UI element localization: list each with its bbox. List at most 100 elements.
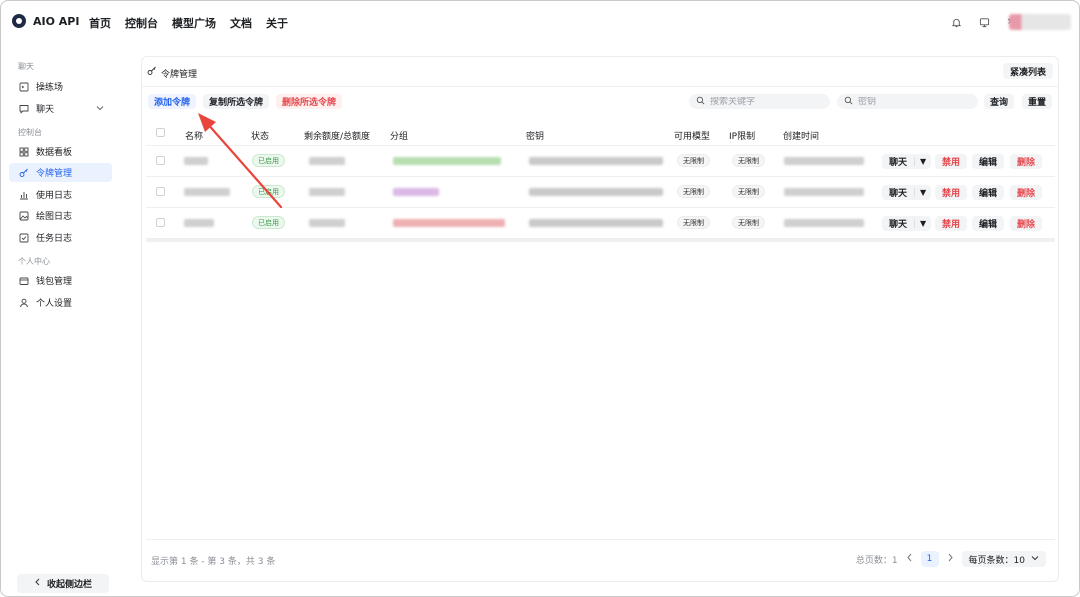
- status-badge: 已启用: [252, 185, 285, 198]
- avatar[interactable]: [1009, 14, 1071, 30]
- sidebar-item-label: 聊天: [36, 105, 55, 115]
- table-row[interactable]: 已启用 无限制 无限制 聊天 ▼ 禁用 编辑 删除: [146, 208, 1055, 239]
- edit-button[interactable]: 编辑: [972, 216, 1005, 231]
- app-window: AIO API 首页 控制台 模型广场 文档 关于 聊天 操练场 聊天 控制台 …: [0, 0, 1080, 597]
- caret-down-icon[interactable]: ▼: [914, 188, 931, 197]
- sidebar-item-usage-log[interactable]: 使用日志: [9, 185, 112, 204]
- ip-limit-badge: 无限制: [732, 216, 765, 229]
- dashboard-icon: [19, 147, 29, 157]
- token-name: [184, 188, 230, 196]
- next-page-icon[interactable]: [947, 553, 954, 565]
- sidebar-item-playground[interactable]: 操练场: [9, 77, 112, 96]
- delete-button[interactable]: 删除: [1010, 216, 1043, 231]
- prev-page-icon[interactable]: [906, 553, 913, 565]
- edit-button[interactable]: 编辑: [972, 154, 1005, 169]
- column-models: 可用模型: [674, 132, 711, 142]
- playground-icon: [19, 82, 29, 92]
- column-group: 分组: [390, 132, 409, 142]
- page-number-button[interactable]: 1: [920, 551, 939, 567]
- key-search-input[interactable]: [858, 96, 978, 107]
- table-row[interactable]: 已启用 无限制 无限制 聊天 ▼ 禁用 编辑 删除: [146, 177, 1055, 208]
- key-value: [529, 219, 663, 227]
- created-time: [784, 188, 864, 196]
- caret-down-icon[interactable]: ▼: [914, 219, 931, 228]
- sidebar: 聊天 操练场 聊天 控制台 数据看板 令牌管理 使用日志 绘图日志 任务日志 个…: [1, 45, 119, 596]
- keyword-search-input[interactable]: [710, 96, 830, 107]
- chat-label: 聊天: [889, 220, 908, 230]
- ip-limit-badge: 无限制: [732, 154, 765, 167]
- created-time: [784, 219, 864, 227]
- column-status: 状态: [251, 132, 270, 142]
- chat-dropdown[interactable]: 聊天 ▼: [882, 154, 932, 169]
- key-icon: [147, 66, 157, 79]
- sidebar-item-draw-log[interactable]: 绘图日志: [9, 206, 112, 225]
- ip-limit-badge: 无限制: [732, 185, 765, 198]
- keyword-search-field[interactable]: [689, 94, 830, 109]
- edit-button[interactable]: 编辑: [972, 185, 1005, 200]
- reset-button[interactable]: 重置: [1022, 94, 1053, 109]
- logo-icon[interactable]: [12, 14, 26, 28]
- table-scrollbar[interactable]: [146, 239, 1055, 242]
- copy-selected-button[interactable]: 复制所选令牌: [203, 94, 270, 109]
- caret-down-icon[interactable]: ▼: [914, 157, 931, 166]
- app-title[interactable]: AIO API: [33, 15, 79, 28]
- nav-home[interactable]: 首页: [89, 15, 111, 31]
- token-card: 令牌管理 紧凑列表 添加令牌 复制所选令牌 删除所选令牌 查询 重置 名称 状态…: [141, 56, 1059, 582]
- chart-icon: [19, 190, 29, 200]
- query-button[interactable]: 查询: [984, 94, 1015, 109]
- top-nav: 首页 控制台 模型广场 文档 关于: [89, 15, 288, 31]
- key-search-field[interactable]: [837, 94, 978, 109]
- quota-value: [309, 188, 345, 196]
- delete-selected-button[interactable]: 删除所选令牌: [276, 94, 343, 109]
- chat-dropdown[interactable]: 聊天 ▼: [882, 185, 932, 200]
- wallet-icon: [19, 276, 29, 286]
- divider: [146, 539, 1055, 540]
- select-all-checkbox[interactable]: [156, 128, 165, 137]
- checklist-icon: [19, 233, 29, 243]
- row-checkbox[interactable]: [156, 156, 165, 165]
- disable-button[interactable]: 禁用: [935, 216, 968, 231]
- monitor-icon[interactable]: [977, 15, 991, 29]
- table-row[interactable]: 已启用 无限制 无限制 聊天 ▼ 禁用 编辑 删除: [146, 146, 1055, 177]
- disable-button[interactable]: 禁用: [935, 154, 968, 169]
- chevron-down-icon[interactable]: [96, 104, 104, 114]
- key-value: [529, 188, 663, 196]
- chevron-down-icon: [1031, 554, 1039, 565]
- chevron-left-icon: [34, 578, 41, 589]
- nav-models[interactable]: 模型广场: [172, 15, 216, 31]
- collapse-sidebar-button[interactable]: 收起侧边栏: [17, 574, 109, 593]
- collapse-label: 收起侧边栏: [46, 580, 92, 590]
- status-badge: 已启用: [252, 154, 285, 167]
- page-size-select[interactable]: 每页条数：10: [961, 551, 1046, 567]
- created-time: [784, 157, 864, 165]
- sidebar-item-tokens[interactable]: 令牌管理: [9, 163, 112, 182]
- column-created: 创建时间: [783, 132, 820, 142]
- bell-icon[interactable]: [949, 15, 963, 29]
- chat-dropdown[interactable]: 聊天 ▼: [882, 216, 932, 231]
- group-tags: [393, 188, 439, 196]
- column-quota: 剩余额度/总额度: [304, 132, 371, 142]
- column-name: 名称: [185, 132, 204, 142]
- search-icon: [844, 96, 853, 108]
- delete-button[interactable]: 删除: [1010, 185, 1043, 200]
- compact-list-button[interactable]: 紧凑列表: [1002, 63, 1053, 79]
- quota-value: [309, 219, 345, 227]
- nav-docs[interactable]: 文档: [230, 15, 252, 31]
- nav-about[interactable]: 关于: [266, 15, 288, 31]
- group-tags: [393, 219, 505, 227]
- sidebar-item-wallet[interactable]: 钱包管理: [9, 271, 112, 290]
- sidebar-section-console: 控制台: [18, 128, 42, 137]
- column-key: 密钥: [526, 132, 545, 142]
- row-checkbox[interactable]: [156, 218, 165, 227]
- sidebar-item-chat[interactable]: 聊天: [9, 99, 112, 118]
- sidebar-item-settings[interactable]: 个人设置: [9, 293, 112, 312]
- disable-button[interactable]: 禁用: [935, 185, 968, 200]
- group-tags: [393, 157, 501, 165]
- sidebar-item-task-log[interactable]: 任务日志: [9, 228, 112, 247]
- row-checkbox[interactable]: [156, 187, 165, 196]
- delete-button[interactable]: 删除: [1010, 154, 1043, 169]
- add-token-button[interactable]: 添加令牌: [148, 94, 197, 109]
- column-ip-limit: IP限制: [729, 132, 756, 142]
- nav-console[interactable]: 控制台: [125, 15, 158, 31]
- sidebar-item-dashboard[interactable]: 数据看板: [9, 142, 112, 161]
